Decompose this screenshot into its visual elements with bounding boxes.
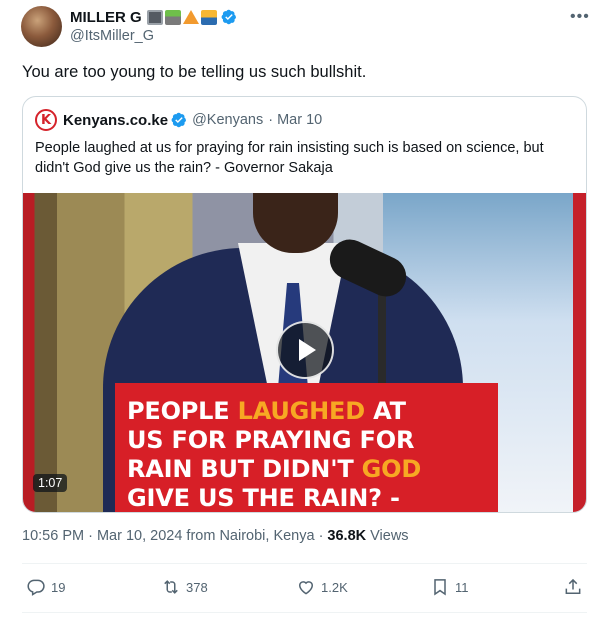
quote-author-handle[interactable]: @Kenyans [192,112,263,128]
heart-icon [298,581,314,595]
video-duration: 1:07 [33,474,68,492]
like-button[interactable]: 1.2K [296,574,348,600]
camera-icon [146,9,163,25]
quoted-tweet[interactable]: K Kenyans.co.ke @Kenyans · Mar 10 People… [22,96,587,513]
divider [22,612,587,613]
action-bar: 19 378 1.2K 11 [22,574,587,600]
timestamp[interactable]: 10:56 PM · Mar 10, 2024 from Nairobi, Ke… [22,528,323,544]
banner-highlight: GOD [361,455,422,483]
more-options-icon[interactable]: ••• [570,8,590,26]
divider [22,563,587,564]
reply-icon [27,579,45,596]
author-name-row: MILLER G [70,7,237,27]
play-button[interactable] [276,321,334,379]
tweet: MILLER G @ItsMiller_G ••• You are too yo… [0,0,610,617]
author-handle[interactable]: @ItsMiller_G [70,28,154,44]
share-icon [565,578,581,594]
bookmark-icon [434,579,446,596]
banner-line-1: PEOPLE LAUGHED AT [127,397,498,426]
repost-button[interactable]: 378 [161,574,208,600]
banner-line-2: US FOR PRAYING FOR [127,426,415,454]
views-count: 36.8K [327,528,367,544]
verified-badge-icon [221,9,236,25]
tweet-meta: 10:56 PM · Mar 10, 2024 from Nairobi, Ke… [22,528,409,544]
video-player[interactable]: PEOPLE LAUGHED AT US FOR PRAYING FOR RAI… [23,193,586,512]
kenyans-logo-icon[interactable]: K [35,109,57,131]
repost-count: 378 [186,579,208,595]
banner-line-3: RAIN BUT DIDN'T GOD [127,455,498,484]
verified-badge-icon [171,112,187,128]
author-display-name[interactable]: MILLER G [70,9,142,26]
logo-letter: K [40,112,52,128]
tent-icon [182,10,199,24]
reply-count: 19 [51,579,66,595]
like-count: 1.2K [321,579,348,595]
quote-text: People laughed at us for praying for rai… [35,140,544,176]
banner-text: RAIN BUT DIDN'T [127,455,362,483]
views-label: Views [370,528,409,544]
video-caption-banner: PEOPLE LAUGHED AT US FOR PRAYING FOR RAI… [115,383,498,512]
bookmark-button[interactable]: 11 [430,574,469,600]
banner-text: PEOPLE [127,397,238,425]
quote-header: K Kenyans.co.ke @Kenyans · Mar 10 [35,108,322,132]
repost-icon [164,580,178,594]
share-button[interactable] [563,574,583,600]
sunset-icon [200,9,217,25]
banner-line-4: GIVE US THE RAIN? - [127,484,400,512]
quote-author-name[interactable]: Kenyans.co.ke [63,112,168,129]
author-avatar[interactable] [21,6,62,47]
reply-button[interactable]: 19 [26,574,65,600]
bookmark-count: 11 [455,579,469,595]
banner-text: AT [364,397,406,425]
road-icon [164,9,181,25]
tweet-text: You are too young to be telling us such … [22,63,367,81]
play-icon [299,339,316,361]
name-emoji-strip [146,9,217,25]
banner-highlight: LAUGHED [237,397,366,425]
quote-date[interactable]: · Mar 10 [268,112,322,128]
